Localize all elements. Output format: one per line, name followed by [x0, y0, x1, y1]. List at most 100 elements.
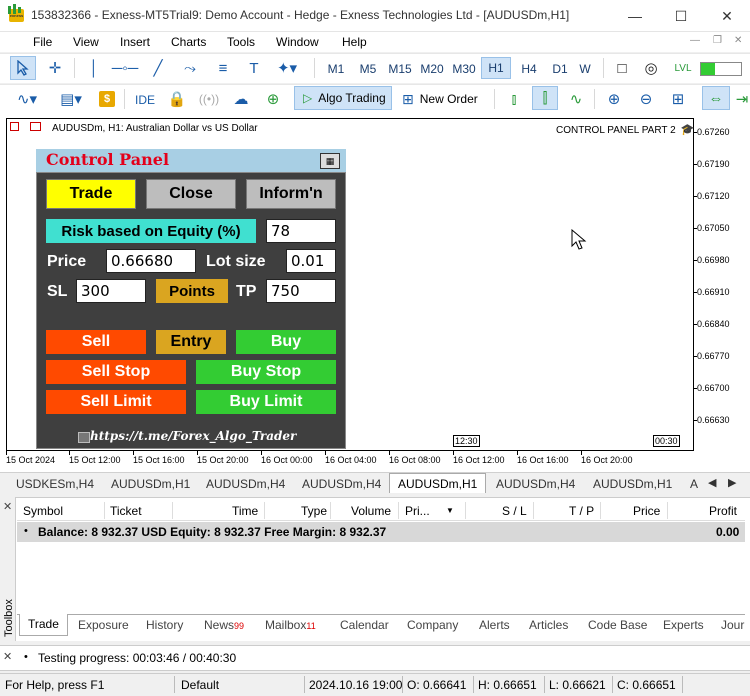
chart-tab-active[interactable]: AUDUSDm,H1	[389, 473, 487, 493]
col-time[interactable]: Time	[232, 504, 258, 518]
sl-input[interactable]: 300	[76, 279, 146, 303]
timeframe-m20[interactable]: M20	[417, 58, 447, 80]
timeframe-h4[interactable]: H4	[514, 58, 544, 80]
tab-code-base[interactable]: Code Base	[588, 618, 647, 632]
notification-icon[interactable]: □	[610, 56, 634, 80]
mdi-restore-icon[interactable]: ❐	[713, 35, 722, 46]
timeframe-m15[interactable]: M15	[385, 58, 415, 80]
indicators-dropdown-icon[interactable]: ∿▾	[8, 87, 46, 111]
col-stop-loss[interactable]: S / L	[502, 504, 527, 518]
col-price-open[interactable]: Pri...	[405, 504, 430, 518]
chart-tab[interactable]: AUDUSDm,H4	[206, 477, 285, 491]
entry-button[interactable]: Entry	[156, 330, 226, 354]
timeframe-m1[interactable]: M1	[321, 58, 351, 80]
menu-help[interactable]: Help	[342, 35, 367, 49]
tabs-scroll-left-icon[interactable]: ◀	[708, 476, 716, 489]
text-tool-icon[interactable]: T	[242, 56, 266, 80]
chart-shift-icon[interactable]: ⇥	[734, 87, 750, 111]
tab-mailbox[interactable]: Mailbox11	[265, 618, 316, 632]
tab-company[interactable]: Company	[407, 618, 458, 632]
timeframe-h1[interactable]: H1	[481, 57, 511, 79]
zoom-in-icon[interactable]: ⊕	[602, 87, 626, 111]
buy-limit-button[interactable]: Buy Limit	[196, 390, 336, 414]
shapes-dropdown-icon[interactable]: ✦▾	[270, 56, 304, 80]
bar-chart-icon[interactable]: ⫾	[502, 87, 526, 111]
risk-equity-input[interactable]: 78	[266, 219, 336, 243]
level-icon[interactable]: LVL	[671, 56, 695, 80]
menu-tools[interactable]: Tools	[227, 35, 255, 49]
lock-icon[interactable]: 🔒	[166, 87, 188, 111]
lot-size-input[interactable]: 0.01	[286, 249, 336, 273]
cloud-icon[interactable]: ☁	[228, 87, 254, 111]
chart-type-dropdown-icon[interactable]: ▤▾	[52, 87, 90, 111]
cursor-tool-icon[interactable]	[10, 56, 36, 80]
timeframe-w1[interactable]: W	[574, 58, 596, 80]
tabs-scroll-right-icon[interactable]: ▶	[728, 476, 736, 489]
tab-history[interactable]: History	[146, 618, 183, 632]
buy-button[interactable]: Buy	[236, 330, 336, 354]
close-icon[interactable]: ✕	[704, 0, 750, 32]
tile-windows-icon[interactable]: ⊞	[666, 87, 690, 111]
chart-tab[interactable]: USDKESm,H4	[16, 477, 94, 491]
horizontal-line-icon[interactable]: ─◦─	[112, 56, 139, 80]
buy-stop-button[interactable]: Buy Stop	[196, 360, 336, 384]
col-volume[interactable]: Volume	[351, 504, 391, 518]
signal-icon[interactable]: ((•))	[196, 87, 222, 111]
candlestick-icon[interactable]: ⫿	[532, 86, 558, 110]
mdi-close-icon[interactable]: ✕	[734, 35, 742, 46]
tab-alerts[interactable]: Alerts	[479, 618, 510, 632]
chart-tab[interactable]: AUDUSDm,H4	[302, 477, 381, 491]
menu-insert[interactable]: Insert	[120, 35, 150, 49]
timeframe-d1[interactable]: D1	[545, 58, 575, 80]
tab-trade-button[interactable]: Trade	[46, 179, 136, 209]
price-input[interactable]: 0.66680	[106, 249, 196, 273]
menu-file[interactable]: File	[33, 35, 52, 49]
minimize-icon[interactable]: —	[612, 0, 658, 32]
tab-exposure[interactable]: Exposure	[78, 618, 129, 632]
col-take-profit[interactable]: T / P	[569, 504, 594, 518]
sell-limit-button[interactable]: Sell Limit	[46, 390, 186, 414]
tab-trade[interactable]: Trade	[19, 614, 68, 636]
menu-window[interactable]: Window	[276, 35, 319, 49]
tab-journal[interactable]: Jour	[721, 618, 749, 632]
vps-icon[interactable]: ⊕	[260, 87, 286, 111]
trendline-icon[interactable]: ╱	[145, 56, 171, 80]
timeframe-m5[interactable]: M5	[353, 58, 383, 80]
sell-stop-button[interactable]: Sell Stop	[46, 360, 186, 384]
tab-articles[interactable]: Articles	[529, 618, 568, 632]
channel-icon[interactable]: ⤳	[177, 56, 203, 80]
fibonacci-icon[interactable]: ≡	[210, 56, 236, 80]
sell-button[interactable]: Sell	[46, 330, 146, 354]
zoom-out-icon[interactable]: ⊖	[634, 87, 658, 111]
market-icon[interactable]: $	[96, 87, 118, 111]
col-type[interactable]: Type	[301, 504, 327, 518]
autoscroll-icon[interactable]: ⇔	[702, 86, 730, 110]
menu-charts[interactable]: Charts	[171, 35, 206, 49]
account-icon[interactable]: ◎	[639, 56, 663, 80]
telegram-link[interactable]: https://t.me/Forex_Algo_Trader	[90, 429, 296, 443]
col-price[interactable]: Price	[633, 504, 660, 518]
tab-calendar[interactable]: Calendar	[340, 618, 389, 632]
tab-news[interactable]: News99	[204, 618, 244, 632]
timeframe-m30[interactable]: M30	[449, 58, 479, 80]
col-ticket[interactable]: Ticket	[110, 504, 142, 518]
status-profile[interactable]: Default	[181, 678, 219, 692]
tp-input[interactable]: 750	[266, 279, 336, 303]
line-chart-icon[interactable]: ∿	[564, 87, 588, 111]
mdi-minimize-icon[interactable]: —	[690, 35, 700, 46]
vertical-line-icon[interactable]: │	[82, 56, 106, 80]
col-symbol[interactable]: Symbol	[23, 504, 63, 518]
new-order-button[interactable]: ⊞ New Order	[398, 87, 490, 111]
tab-experts[interactable]: Experts	[663, 618, 704, 632]
points-button[interactable]: Points	[156, 279, 228, 303]
chart-tab[interactable]: AUDUSDm,H1	[593, 477, 672, 491]
col-profit[interactable]: Profit	[709, 504, 737, 518]
ide-button[interactable]: IDE	[135, 93, 155, 107]
chart-tab[interactable]: AUDUSDm,H1	[111, 477, 190, 491]
menu-view[interactable]: View	[73, 35, 99, 49]
tester-close-icon[interactable]: ✕	[3, 650, 12, 663]
panel-grid-icon[interactable]: ▦	[320, 153, 340, 169]
chart-tab[interactable]: AUDUSDm,H4	[496, 477, 575, 491]
algo-trading-button[interactable]: ▷ Algo Trading	[294, 86, 392, 110]
maximize-icon[interactable]: ☐	[658, 0, 704, 32]
